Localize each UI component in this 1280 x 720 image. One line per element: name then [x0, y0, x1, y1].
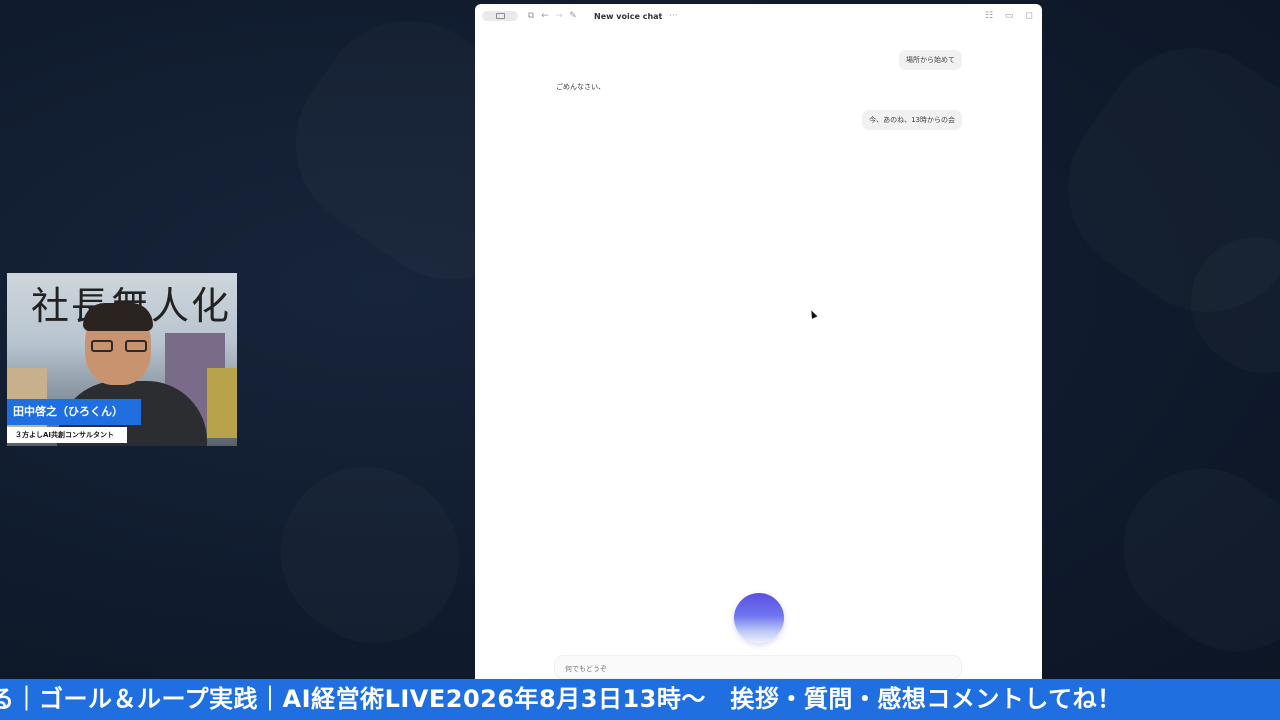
webcam-overlay: 社長無人化 田中啓之（ひろくん） ３方よしAI共創コンサルタント	[7, 273, 237, 446]
sidebar-toggle-button[interactable]	[482, 11, 518, 21]
window-actions: ☷ ▭ ◻	[982, 9, 1036, 23]
edit-icon[interactable]: ✎	[566, 9, 580, 23]
new-chat-icon[interactable]: ⧉	[524, 9, 538, 23]
user-message-bubble: 今、あのね、13時からの会	[862, 110, 962, 130]
sidebar-toggle-icon	[495, 13, 505, 19]
background-shape	[248, 434, 493, 676]
user-message-bubble: 場所から始めて	[899, 50, 962, 70]
stream-canvas: ⧉ ← → ✎ New voice chat ··· ☷ ▭ ◻ 場所から始めて…	[0, 0, 1280, 720]
presenter-hair	[83, 303, 153, 331]
news-ticker: る｜ゴール＆ループ実践｜AI経営術LIVE2026年8月3日13時〜 挨拶・質問…	[0, 679, 1280, 720]
background-shape	[1092, 437, 1280, 683]
composer	[555, 656, 961, 680]
settings-sliders-icon[interactable]: ☷	[982, 9, 996, 23]
ticker-text: る｜ゴール＆ループ実践｜AI経営術LIVE2026年8月3日13時〜 挨拶・質問…	[0, 685, 1122, 713]
expand-icon[interactable]: ◻	[1022, 9, 1036, 23]
presenter-glasses	[91, 340, 147, 352]
window-titlebar: ⧉ ← → ✎ New voice chat ··· ☷ ▭ ◻	[475, 4, 1042, 28]
mouse-cursor-icon	[808, 309, 818, 319]
background-building	[207, 368, 237, 438]
presenter-name-tag: 田中啓之（ひろくん）	[7, 399, 141, 425]
voice-orb-button[interactable]	[734, 593, 784, 643]
window-title: New voice chat	[594, 11, 663, 21]
message-input[interactable]	[563, 658, 947, 680]
presenter-role-tag: ３方よしAI共創コンサルタント	[7, 427, 127, 443]
arrow-left-icon[interactable]: ←	[538, 9, 552, 23]
voice-chat-window: ⧉ ← → ✎ New voice chat ··· ☷ ▭ ◻ 場所から始めて…	[475, 4, 1042, 680]
arrow-right-icon[interactable]: →	[552, 9, 566, 23]
assistant-message: ごめんなさい、	[556, 83, 605, 91]
panel-icon[interactable]: ▭	[1002, 9, 1016, 23]
more-icon[interactable]: ···	[666, 9, 680, 23]
